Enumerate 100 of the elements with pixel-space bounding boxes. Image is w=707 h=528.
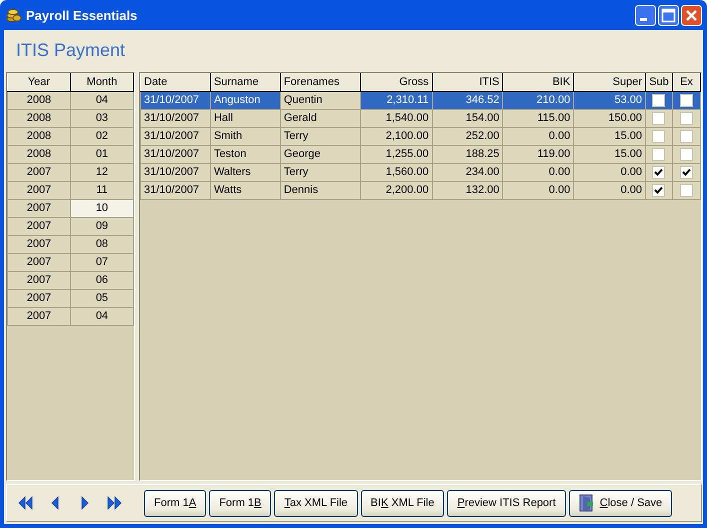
table-cell: 1,560.00 — [360, 163, 432, 181]
table-cell: 2007 — [8, 163, 70, 181]
table-cell: Quentin — [280, 91, 360, 109]
table-cell: 1,540.00 — [360, 109, 432, 127]
table-cell: 2008 — [8, 109, 70, 127]
table-cell: 0.00 — [574, 181, 646, 199]
checkbox[interactable] — [652, 130, 666, 142]
table-cell: 31/10/2007 — [140, 145, 210, 163]
double-left-arrow-icon[interactable] — [17, 495, 33, 511]
table-cell: 2,200.00 — [360, 181, 432, 199]
checkbox[interactable] — [680, 112, 693, 124]
column-header[interactable]: Gross — [360, 73, 432, 91]
table-cell: 03 — [70, 109, 134, 127]
table-cell: 2,310.11 — [360, 91, 432, 109]
table-cell: Terry — [280, 127, 360, 145]
toolbar-button[interactable]: BIK XML File — [360, 490, 444, 516]
table-cell: 02 — [70, 127, 134, 145]
checkbox[interactable] — [680, 148, 693, 160]
column-header[interactable]: ITIS — [432, 73, 503, 91]
table-cell: 15.00 — [574, 145, 646, 163]
checkbox[interactable] — [680, 94, 693, 106]
table-cell: 31/10/2007 — [140, 91, 210, 109]
table-cell: 2007 — [8, 217, 70, 235]
minimize-icon[interactable] — [635, 4, 656, 26]
column-header[interactable]: Sub — [646, 73, 672, 91]
table-cell: Watts — [210, 181, 280, 199]
table-cell: 0.00 — [574, 163, 646, 181]
table-cell: 154.00 — [432, 109, 503, 127]
table-cell: 252.00 — [432, 127, 503, 145]
table-cell: 07 — [70, 253, 134, 271]
table-cell: 31/10/2007 — [140, 163, 210, 181]
table-cell: 2008 — [8, 145, 70, 163]
table-cell: 31/10/2007 — [140, 127, 210, 145]
coins-icon — [6, 7, 22, 23]
column-header[interactable]: Date — [140, 73, 210, 91]
double-right-arrow-icon[interactable] — [107, 495, 123, 511]
column-header[interactable]: Year — [8, 73, 70, 91]
table-cell: 06 — [70, 271, 134, 289]
table-cell: Walters — [210, 163, 280, 181]
table-cell: Dennis — [280, 181, 360, 199]
table-cell: 2008 — [8, 127, 70, 145]
checkbox[interactable] — [680, 184, 693, 196]
window-title: Payroll Essentials — [26, 8, 138, 22]
close-icon[interactable] — [681, 4, 702, 26]
checkbox[interactable] — [652, 184, 666, 196]
table-cell: 132.00 — [432, 181, 503, 199]
table-cell: 15.00 — [574, 127, 646, 145]
column-header[interactable]: Super — [574, 73, 646, 91]
table-cell: 150.00 — [574, 109, 646, 127]
table-cell: George — [280, 145, 360, 163]
table-cell: 08 — [70, 235, 134, 253]
page-heading: ITIS Payment — [15, 39, 126, 62]
checkbox[interactable] — [680, 130, 693, 142]
table-cell: 2007 — [8, 235, 70, 253]
table-cell: 01 — [70, 145, 134, 163]
checkbox[interactable] — [652, 112, 666, 124]
table-cell: 346.52 — [432, 91, 503, 109]
table-cell: 234.00 — [432, 163, 503, 181]
table-cell: Hall — [210, 109, 280, 127]
table-cell: 2007 — [8, 307, 70, 325]
table-cell: 31/10/2007 — [140, 181, 210, 199]
table-cell: Terry — [280, 163, 360, 181]
checkbox[interactable] — [652, 148, 666, 160]
column-header[interactable]: Ex — [672, 73, 700, 91]
checkbox[interactable] — [652, 94, 666, 106]
column-header[interactable]: Surname — [210, 73, 280, 91]
checkbox[interactable] — [680, 166, 693, 178]
table-cell: 2007 — [8, 271, 70, 289]
column-header[interactable]: Forenames — [280, 73, 360, 91]
table-cell: 0.00 — [502, 127, 574, 145]
table-cell: 09 — [70, 217, 134, 235]
toolbar-button[interactable]: Form 1A — [144, 490, 206, 516]
checkbox[interactable] — [652, 166, 666, 178]
table-cell: 05 — [70, 289, 134, 307]
table-cell: 2007 — [8, 253, 70, 271]
toolbar-button[interactable]: Preview ITIS Report — [447, 490, 566, 516]
table-cell: 188.25 — [432, 145, 503, 163]
toolbar-button[interactable]: Tax XML File — [274, 490, 358, 516]
table-cell: 2,100.00 — [360, 127, 432, 145]
table-cell: 2007 — [8, 289, 70, 307]
close-save-button[interactable]: Close / Save — [568, 490, 672, 516]
door-icon — [578, 494, 595, 512]
table-cell: 2007 — [8, 181, 70, 199]
table-cell: 1,255.00 — [360, 145, 432, 163]
table-cell: 11 — [70, 181, 134, 199]
table-cell: Gerald — [280, 109, 360, 127]
table-cell: 53.00 — [574, 91, 646, 109]
table-cell: Teston — [210, 145, 280, 163]
toolbar-button[interactable]: Form 1B — [209, 490, 272, 516]
table-cell: 12 — [70, 163, 134, 181]
table-cell: 2007 — [8, 199, 70, 217]
table-cell: 04 — [70, 307, 134, 325]
table-cell: 119.00 — [502, 145, 574, 163]
column-header[interactable]: Month — [70, 73, 134, 91]
table-cell: Anguston — [210, 91, 280, 109]
column-header[interactable]: BIK — [502, 73, 574, 91]
table-cell: 0.00 — [502, 163, 574, 181]
table-cell: Smith — [210, 127, 280, 145]
maximize-icon[interactable] — [658, 4, 679, 26]
table-cell: 31/10/2007 — [140, 109, 210, 127]
